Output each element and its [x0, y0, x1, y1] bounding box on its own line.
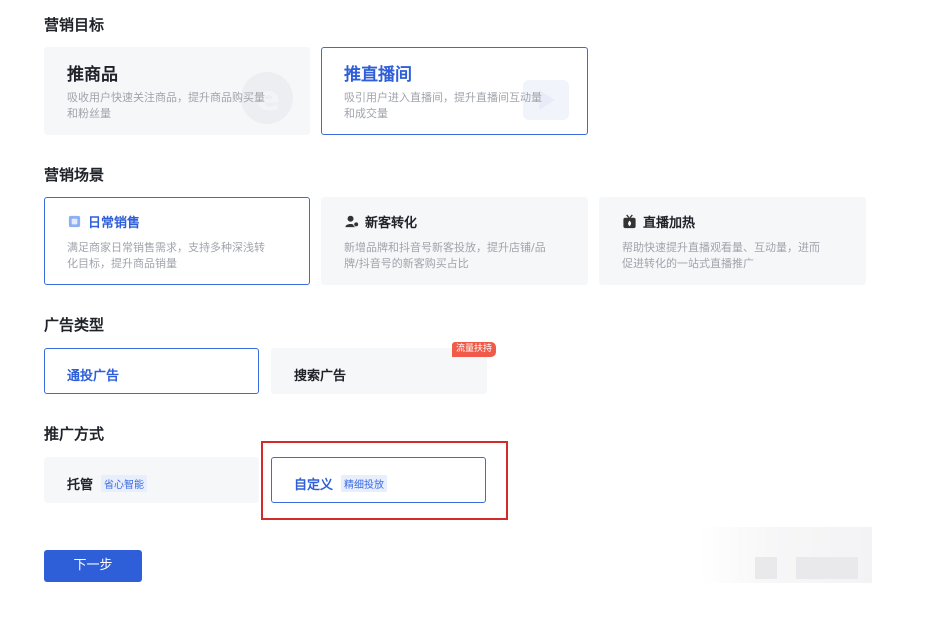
new-customer-icon	[345, 215, 359, 228]
ad-type-general[interactable]: 通投广告	[44, 348, 259, 394]
ad-type-label: 搜索广告	[294, 369, 347, 384]
goal-title: 推直播间	[344, 65, 412, 85]
scene-card-live-boost[interactable]: 直播加热 帮助快速提升直播观看量、互动量，进而 促进转化的一站式直播推广	[599, 197, 866, 285]
scene-title: 日常销售	[88, 216, 141, 231]
goal-card-promote-live-room[interactable]: 推直播间 吸引用户进入直播间，提升直播间互动量 和成交量	[321, 47, 588, 135]
section-title-marketing-scene: 营销场景	[44, 166, 105, 184]
goal-desc: 吸引用户进入直播间，提升直播间互动量	[344, 91, 542, 104]
scene-desc: 牌/抖音号的新客购买占比	[344, 257, 469, 270]
scene-desc: 促进转化的一站式直播推广	[622, 257, 754, 270]
section-title-promotion-method: 推广方式	[44, 425, 105, 443]
scene-desc: 满足商家日常销售需求，支持多种深浅转	[67, 241, 265, 254]
scene-title: 新客转化	[365, 216, 418, 231]
section-title-ad-type: 广告类型	[44, 316, 105, 334]
section-title-marketing-goal: 营销目标	[44, 16, 105, 34]
live-boost-icon	[623, 214, 636, 229]
goal-desc: 吸收用户快速关注商品，提升商品购买量	[67, 91, 265, 104]
ad-type-label: 通投广告	[67, 369, 120, 384]
method-label: 托管	[67, 478, 94, 493]
method-tag: 省心智能	[101, 475, 148, 492]
scene-title: 直播加热	[643, 216, 696, 231]
scene-card-new-customer[interactable]: 新客转化 新增品牌和抖音号新客投放，提升店铺/品 牌/抖音号的新客购买占比	[321, 197, 588, 285]
scene-desc: 化目标，提升商品销量	[67, 257, 177, 270]
next-step-button[interactable]: 下一步	[44, 550, 142, 582]
traffic-support-badge: 流量扶持	[452, 342, 497, 357]
goal-desc: 和成交量	[344, 107, 388, 120]
blurred-block	[796, 557, 858, 579]
daily-sales-icon	[68, 215, 81, 228]
goal-card-promote-product[interactable]: e 推商品 吸收用户快速关注商品，提升商品购买量 和粉丝量	[44, 47, 310, 135]
blurred-block	[755, 557, 777, 579]
scene-desc: 新增品牌和抖音号新客投放，提升店铺/品	[344, 241, 546, 254]
highlight-annotation-box	[261, 441, 508, 520]
scene-card-daily-sales[interactable]: 日常销售 满足商家日常销售需求，支持多种深浅转 化目标，提升商品销量	[44, 197, 310, 285]
method-managed[interactable]: 托管 省心智能	[44, 457, 259, 503]
goal-title: 推商品	[67, 65, 118, 85]
goal-desc: 和粉丝量	[67, 107, 111, 120]
scene-desc: 帮助快速提升直播观看量、互动量，进而	[622, 241, 820, 254]
blurred-region	[700, 527, 872, 583]
